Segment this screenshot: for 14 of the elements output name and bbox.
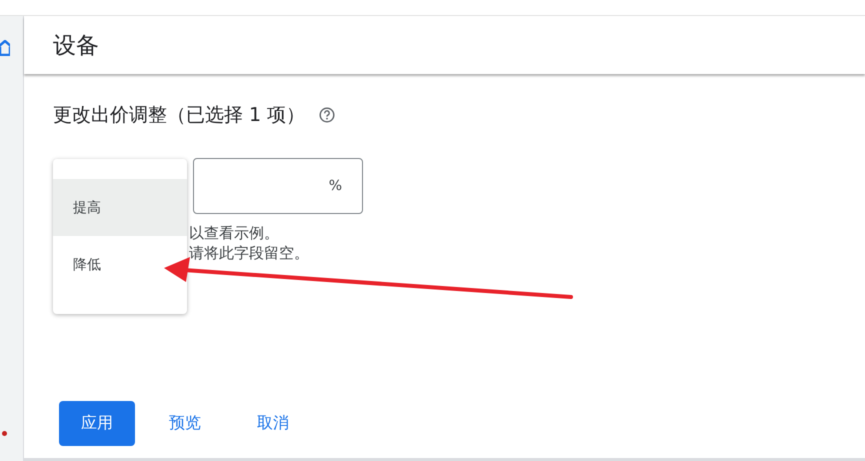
percent-input[interactable]: % bbox=[193, 158, 363, 214]
page-title: 设备 bbox=[53, 32, 99, 60]
home-icon[interactable] bbox=[0, 40, 10, 56]
menu-item[interactable]: 提高 bbox=[53, 179, 187, 236]
preview-button[interactable]: 预览 bbox=[147, 401, 223, 446]
help-icon[interactable] bbox=[319, 107, 336, 123]
helper-text: 以查看示例。 bbox=[189, 224, 280, 243]
helper-text: 请将此字段留空。 bbox=[189, 244, 310, 263]
apply-button[interactable]: 应用 bbox=[59, 401, 135, 446]
status-dot bbox=[2, 431, 7, 436]
cancel-button[interactable]: 取消 bbox=[235, 401, 311, 446]
section-title: 更改出价调整（已选择 1 项） bbox=[53, 103, 306, 128]
menu-item[interactable]: 降低 bbox=[53, 236, 187, 293]
percent-suffix: % bbox=[328, 178, 342, 194]
